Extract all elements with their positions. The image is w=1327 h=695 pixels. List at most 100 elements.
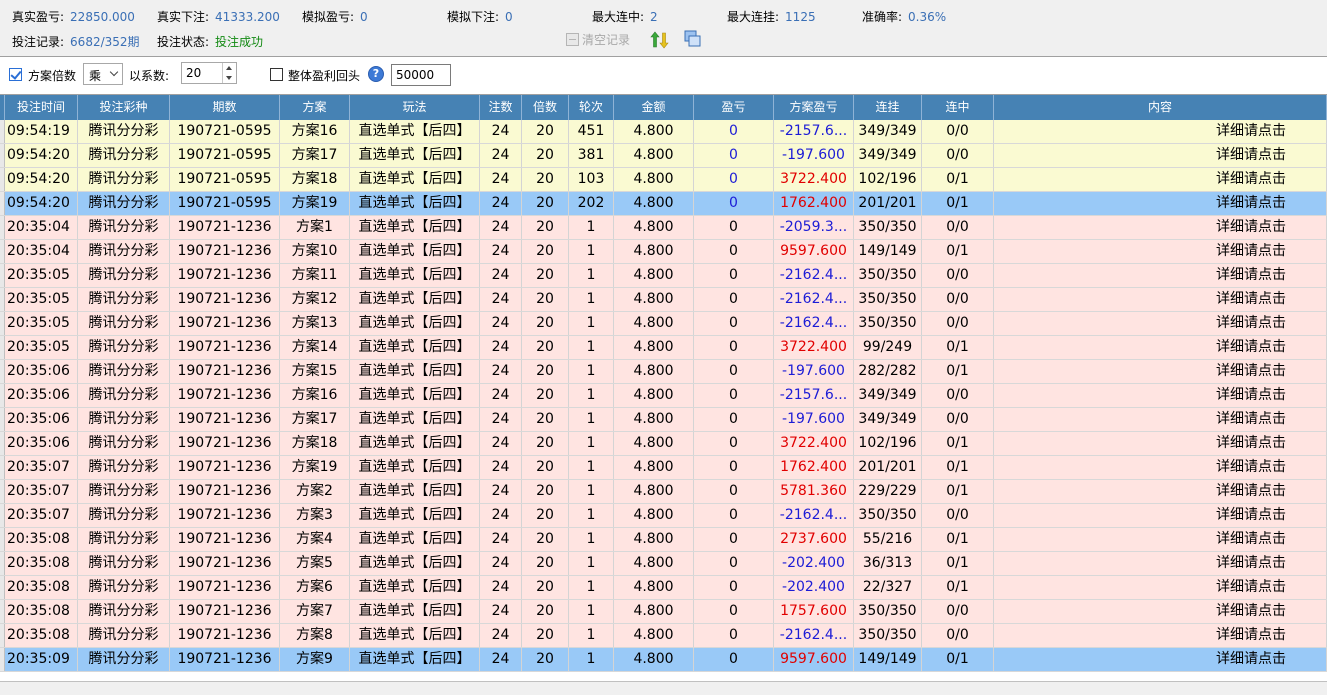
column-header-plan[interactable]: 方案 bbox=[280, 95, 350, 120]
cell-win: 0/0 bbox=[922, 504, 994, 527]
table-row[interactable]: 20:35:05 腾讯分分彩 190721-1236 方案13 直选单式【后四】 24 20… bbox=[0, 312, 1327, 336]
table-row[interactable]: 20:35:05 腾讯分分彩 190721-1236 方案14 直选单式【后四】 24 20… bbox=[0, 336, 1327, 360]
column-header-issue[interactable]: 期数 bbox=[170, 95, 280, 120]
cell-content[interactable]: 详细请点击 bbox=[994, 264, 1327, 287]
cell-content[interactable]: 详细请点击 bbox=[994, 360, 1327, 383]
cell-content[interactable]: 详细请点击 bbox=[994, 144, 1327, 167]
table-row[interactable]: 20:35:08 腾讯分分彩 190721-1236 方案5 直选单式【后四】 24 20 1… bbox=[0, 552, 1327, 576]
table-row[interactable]: 20:35:09 腾讯分分彩 190721-1236 方案9 直选单式【后四】 24 20 1… bbox=[0, 648, 1327, 672]
cell-pl: 0 bbox=[694, 168, 774, 191]
table-row[interactable]: 20:35:04 腾讯分分彩 190721-1236 方案10 直选单式【后四】 24 20… bbox=[0, 240, 1327, 264]
cell-amount: 4.800 bbox=[614, 552, 694, 575]
cell-content[interactable]: 详细请点击 bbox=[994, 120, 1327, 143]
coef-stepper[interactable]: 20 bbox=[181, 62, 237, 84]
column-header-count[interactable]: 注数 bbox=[480, 95, 522, 120]
cell-win: 0/1 bbox=[922, 648, 994, 671]
table-row[interactable]: 09:54:20 腾讯分分彩 190721-0595 方案18 直选单式【后四】 24 20… bbox=[0, 168, 1327, 192]
cell-count: 24 bbox=[480, 216, 522, 239]
cell-plan: 方案6 bbox=[280, 576, 350, 599]
cell-time: 20:35:05 bbox=[5, 312, 78, 335]
cell-lose: 350/350 bbox=[854, 624, 922, 647]
table-row[interactable]: 20:35:08 腾讯分分彩 190721-1236 方案8 直选单式【后四】 24 20 1… bbox=[0, 624, 1327, 648]
cell-plan: 方案13 bbox=[280, 312, 350, 335]
cell-lose: 149/149 bbox=[854, 648, 922, 671]
cell-count: 24 bbox=[480, 552, 522, 575]
table-row[interactable]: 20:35:06 腾讯分分彩 190721-1236 方案18 直选单式【后四】 24 20… bbox=[0, 432, 1327, 456]
table-row[interactable]: 20:35:08 腾讯分分彩 190721-1236 方案6 直选单式【后四】 24 20 1… bbox=[0, 576, 1327, 600]
clear-records-button[interactable]: 清空记录 bbox=[566, 31, 630, 48]
overall-profit-input[interactable]: 50000 bbox=[391, 64, 451, 86]
overall-profit-checkbox[interactable] bbox=[270, 68, 283, 81]
cell-content[interactable]: 详细请点击 bbox=[994, 648, 1327, 671]
cell-content[interactable]: 详细请点击 bbox=[994, 528, 1327, 551]
stat-label: 真实盈亏: bbox=[12, 10, 65, 24]
cell-plan: 方案5 bbox=[280, 552, 350, 575]
cell-issue: 190721-1236 bbox=[170, 576, 280, 599]
cell-lottery: 腾讯分分彩 bbox=[78, 600, 170, 623]
cell-content[interactable]: 详细请点击 bbox=[994, 504, 1327, 527]
cell-content[interactable]: 详细请点击 bbox=[994, 480, 1327, 503]
help-icon[interactable]: ? bbox=[368, 66, 384, 82]
table-row[interactable]: 20:35:08 腾讯分分彩 190721-1236 方案7 直选单式【后四】 24 20 1… bbox=[0, 600, 1327, 624]
table-row[interactable]: 20:35:06 腾讯分分彩 190721-1236 方案16 直选单式【后四】 24 20… bbox=[0, 384, 1327, 408]
cell-content[interactable]: 详细请点击 bbox=[994, 576, 1327, 599]
cell-content[interactable]: 详细请点击 bbox=[994, 408, 1327, 431]
table-row[interactable]: 20:35:06 腾讯分分彩 190721-1236 方案15 直选单式【后四】 24 20… bbox=[0, 360, 1327, 384]
cell-count: 24 bbox=[480, 384, 522, 407]
column-header-lose[interactable]: 连挂 bbox=[854, 95, 922, 120]
column-header-lottery[interactable]: 投注彩种 bbox=[78, 95, 170, 120]
column-header-content[interactable]: 内容 bbox=[994, 95, 1327, 120]
cell-lottery: 腾讯分分彩 bbox=[78, 480, 170, 503]
cell-content[interactable]: 详细请点击 bbox=[994, 336, 1327, 359]
column-header-play[interactable]: 玩法 bbox=[350, 95, 480, 120]
operator-select[interactable]: 乘 bbox=[83, 63, 123, 85]
table-row[interactable]: 20:35:08 腾讯分分彩 190721-1236 方案4 直选单式【后四】 24 20 1… bbox=[0, 528, 1327, 552]
column-header-time[interactable]: 投注时间 bbox=[5, 95, 78, 120]
cell-issue: 190721-1236 bbox=[170, 480, 280, 503]
column-header-pl[interactable]: 盈亏 bbox=[694, 95, 774, 120]
cell-content[interactable]: 详细请点击 bbox=[994, 552, 1327, 575]
up-down-arrows-icon[interactable] bbox=[650, 30, 670, 50]
cell-content[interactable]: 详细请点击 bbox=[994, 384, 1327, 407]
table-row[interactable]: 20:35:05 腾讯分分彩 190721-1236 方案12 直选单式【后四】 24 20… bbox=[0, 288, 1327, 312]
cell-content[interactable]: 详细请点击 bbox=[994, 312, 1327, 335]
cell-win: 0/0 bbox=[922, 120, 994, 143]
cell-content[interactable]: 详细请点击 bbox=[994, 432, 1327, 455]
cell-content[interactable]: 详细请点击 bbox=[994, 624, 1327, 647]
table-row[interactable]: 09:54:19 腾讯分分彩 190721-0595 方案16 直选单式【后四】 24 20… bbox=[0, 120, 1327, 144]
stepper-buttons[interactable] bbox=[222, 63, 236, 83]
cell-content[interactable]: 详细请点击 bbox=[994, 600, 1327, 623]
cell-play: 直选单式【后四】 bbox=[350, 312, 480, 335]
cell-content[interactable]: 详细请点击 bbox=[994, 216, 1327, 239]
column-header-round[interactable]: 轮次 bbox=[569, 95, 614, 120]
stepper-up-icon[interactable] bbox=[226, 66, 232, 70]
column-header-win[interactable]: 连中 bbox=[922, 95, 994, 120]
table-row[interactable]: 20:35:04 腾讯分分彩 190721-1236 方案1 直选单式【后四】 24 20 1… bbox=[0, 216, 1327, 240]
plan-multiplier-checkbox[interactable] bbox=[9, 68, 22, 81]
cell-lose: 350/350 bbox=[854, 600, 922, 623]
table-row[interactable]: 09:54:20 腾讯分分彩 190721-0595 方案17 直选单式【后四】 24 20… bbox=[0, 144, 1327, 168]
table-row[interactable]: 20:35:06 腾讯分分彩 190721-1236 方案17 直选单式【后四】 24 20… bbox=[0, 408, 1327, 432]
cell-count: 24 bbox=[480, 312, 522, 335]
horizontal-scrollbar[interactable] bbox=[0, 681, 1327, 695]
table-row[interactable]: 09:54:20 腾讯分分彩 190721-0595 方案19 直选单式【后四】 24 20… bbox=[0, 192, 1327, 216]
cell-plan-pl: 1762.400 bbox=[774, 192, 854, 215]
column-header-amount[interactable]: 金额 bbox=[614, 95, 694, 120]
table-row[interactable]: 20:35:05 腾讯分分彩 190721-1236 方案11 直选单式【后四】 24 20… bbox=[0, 264, 1327, 288]
table-row[interactable]: 20:35:07 腾讯分分彩 190721-1236 方案2 直选单式【后四】 24 20 1… bbox=[0, 480, 1327, 504]
table-row[interactable]: 20:35:07 腾讯分分彩 190721-1236 方案19 直选单式【后四】 24 20… bbox=[0, 456, 1327, 480]
cell-plan-pl: -197.600 bbox=[774, 408, 854, 431]
cell-content[interactable]: 详细请点击 bbox=[994, 456, 1327, 479]
stat-label: 最大连中: bbox=[592, 10, 645, 24]
cell-content[interactable]: 详细请点击 bbox=[994, 288, 1327, 311]
column-header-plan-pl[interactable]: 方案盈亏 bbox=[774, 95, 854, 120]
column-header-mult[interactable]: 倍数 bbox=[522, 95, 569, 120]
table-row[interactable]: 20:35:07 腾讯分分彩 190721-1236 方案3 直选单式【后四】 24 20 1… bbox=[0, 504, 1327, 528]
cell-content[interactable]: 详细请点击 bbox=[994, 168, 1327, 191]
cell-content[interactable]: 详细请点击 bbox=[994, 192, 1327, 215]
stepper-down-icon[interactable] bbox=[226, 76, 232, 80]
cell-lose: 149/149 bbox=[854, 240, 922, 263]
cell-content[interactable]: 详细请点击 bbox=[994, 240, 1327, 263]
copy-window-icon[interactable] bbox=[684, 30, 702, 48]
cell-pl: 0 bbox=[694, 552, 774, 575]
